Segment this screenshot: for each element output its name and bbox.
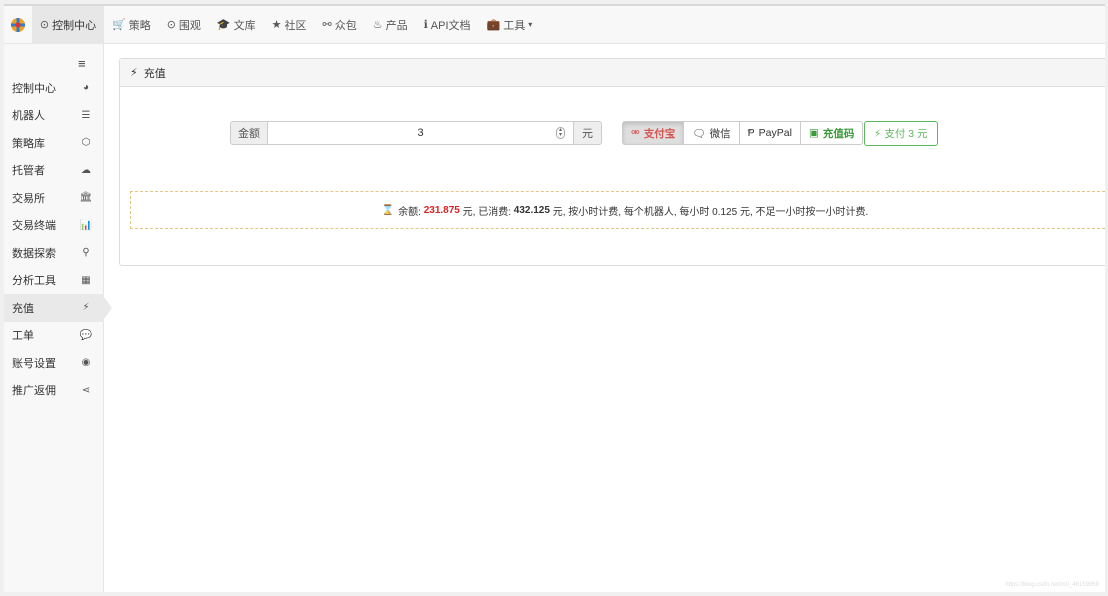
sidebar-item-11[interactable]: 推广返佣 ⋖ bbox=[4, 377, 104, 405]
sidebar-item-label: 机器人 bbox=[12, 110, 45, 123]
dashboard-icon: ◕ bbox=[82, 82, 90, 94]
balance-info: ⌛ 余额: 231.875 元, 已消费: 432.125 元, 按小时计费, … bbox=[130, 191, 1105, 229]
amount-value: 3 bbox=[417, 127, 424, 139]
spinner-icon[interactable]: ▴ ▾ bbox=[556, 127, 565, 139]
binoculars-icon: ⚯ bbox=[322, 19, 332, 31]
recharge-panel: ⚡ 充值 金额 3 ▴ ▾ 元 ⚮ 支付宝 🗨 微信 Ᵽ PayPal ▣ 充值码 ⚡ 支付 3… bbox=[119, 58, 1105, 266]
nav-item-4[interactable]: ⚯ 众包 bbox=[315, 6, 365, 44]
sidebar-item-label: 工单 bbox=[12, 330, 34, 343]
sidebar-item-label: 数据探索 bbox=[12, 247, 56, 260]
eye-circle-icon: ⊙ bbox=[166, 19, 176, 31]
top-navbar: ⊙ 控制中心 🛒 策略 ⊙ 围观 🎓 文库 ★ 社区 ⚯ 众包 ♨ 产品 ℹ API文档 💼 工具 ▾ bbox=[4, 6, 1105, 44]
balance-value: 231.875 bbox=[423, 204, 460, 216]
nav-item-1[interactable]: ⊙ 围观 bbox=[159, 6, 209, 44]
nav-item-6[interactable]: ℹ API文档 bbox=[416, 6, 479, 44]
fire-icon: ♨ bbox=[372, 19, 383, 31]
sidebar-item-10[interactable]: 账号设置 ◉ bbox=[4, 349, 104, 377]
nav-item-7[interactable]: 💼 工具 ▾ bbox=[479, 6, 541, 44]
shopping-cart-icon: 🛒 bbox=[112, 19, 126, 31]
cube-icon: ⬡ bbox=[81, 137, 91, 149]
logo-icon bbox=[11, 17, 25, 32]
sidebar-item-label: 交易终端 bbox=[12, 220, 56, 233]
sidebar-item-9[interactable]: 工单 💬 bbox=[4, 322, 104, 350]
user-circle-icon: ◉ bbox=[81, 357, 91, 369]
nav-item-3[interactable]: ★ 社区 bbox=[264, 6, 315, 44]
nav-item-2[interactable]: 🎓 文库 bbox=[209, 6, 264, 44]
nav-item-0[interactable]: 🛒 策略 bbox=[104, 6, 159, 44]
sidebar-item-0[interactable]: 控制中心 ◕ bbox=[4, 74, 104, 102]
bolt-icon: ⚡ bbox=[874, 127, 882, 140]
search-icon: ⚲ bbox=[82, 247, 90, 259]
menu-toggle-icon[interactable]: ≡ bbox=[78, 56, 86, 71]
payment-method-group: ⚮ 支付宝 🗨 微信 Ᵽ PayPal ▣ 充值码 bbox=[622, 121, 864, 145]
sidebar-item-6[interactable]: 数据探索 ⚲ bbox=[4, 239, 104, 267]
sidebar-item-3[interactable]: 托管者 ☁ bbox=[4, 157, 104, 185]
watermark: https://blog.csdn.net/m0_46159959 bbox=[1005, 582, 1099, 588]
hourglass-icon: ⌛ bbox=[381, 204, 395, 216]
caret-down-icon: ▾ bbox=[528, 20, 533, 29]
unit-label: 元 bbox=[574, 121, 602, 145]
star-icon: ★ bbox=[271, 19, 282, 31]
pay-method-2-button[interactable]: Ᵽ PayPal bbox=[738, 121, 801, 145]
panel-title: 充值 bbox=[143, 67, 166, 80]
nav-items: 🛒 策略 ⊙ 围观 🎓 文库 ★ 社区 ⚯ 众包 ♨ 产品 ℹ API文档 💼 工具 ▾ bbox=[104, 6, 540, 44]
money-icon: ▣ bbox=[808, 127, 819, 139]
sidebar-item-5[interactable]: 交易终端 📊 bbox=[4, 212, 104, 240]
server-icon: ☰ bbox=[81, 109, 91, 121]
calculator-icon: ▦ bbox=[81, 274, 91, 286]
sidebar-item-label: 账号设置 bbox=[12, 357, 56, 370]
panel-header: ⚡ 充值 bbox=[120, 59, 1105, 87]
bolt-icon: ⚡ bbox=[130, 67, 138, 79]
brand-logo[interactable] bbox=[4, 6, 32, 44]
amount-input-group: 金额 3 ▴ ▾ 元 bbox=[230, 121, 602, 145]
info-circle-icon: ℹ bbox=[423, 19, 428, 31]
pay-submit-button[interactable]: ⚡ 支付 3 元 bbox=[864, 121, 938, 146]
bar-chart-icon: 📊 bbox=[79, 219, 93, 231]
bank-icon: 🏛 bbox=[79, 192, 93, 204]
sidebar-item-2[interactable]: 策略库 ⬡ bbox=[4, 129, 104, 157]
sidebar-item-4[interactable]: 交易所 🏛 bbox=[4, 184, 104, 212]
sidebar-item-label: 交易所 bbox=[12, 192, 45, 205]
sidebar-list: 控制中心 ◕ 机器人 ☰ 策略库 ⬡ 托管者 ☁ 交易所 🏛 交易终端 📊 数据探索 ⚲ 分析工具 ▦ 充值 ⚡ 工… bbox=[4, 74, 112, 405]
sidebar-item-label: 分析工具 bbox=[12, 275, 56, 288]
alipay-icon: ⚮ bbox=[631, 127, 640, 139]
plug-icon: ⚡ bbox=[82, 302, 90, 314]
amount-input[interactable]: 3 ▴ ▾ bbox=[268, 121, 574, 145]
sidebar-item-label: 充值 bbox=[12, 302, 34, 315]
amount-label: 金额 bbox=[230, 121, 268, 145]
sidebar-item-7[interactable]: 分析工具 ▦ bbox=[4, 267, 104, 295]
share-icon: ⋖ bbox=[81, 384, 91, 396]
pay-method-3-button[interactable]: ▣ 充值码 bbox=[799, 121, 864, 145]
pay-method-0-button[interactable]: ⚮ 支付宝 bbox=[622, 121, 685, 145]
spent-value: 432.125 bbox=[513, 204, 550, 216]
graduation-cap-icon: 🎓 bbox=[216, 19, 231, 31]
sidebar-item-1[interactable]: 机器人 ☰ bbox=[4, 102, 104, 130]
paypal-icon: Ᵽ bbox=[747, 127, 755, 139]
sidebar-item-label: 推广返佣 bbox=[12, 385, 56, 398]
sidebar-item-label: 托管者 bbox=[12, 165, 45, 178]
sidebar-item-label: 策略库 bbox=[12, 137, 45, 150]
sidebar-item-label: 控制中心 bbox=[12, 82, 56, 95]
cloud-icon: ☁ bbox=[81, 164, 91, 176]
sidebar: ≡ 控制中心 ◕ 机器人 ☰ 策略库 ⬡ 托管者 ☁ 交易所 🏛 交易终端 📊 数据探索 ⚲ 分析工具 ▦ 充值… bbox=[4, 44, 112, 592]
nav-item-5[interactable]: ♨ 产品 bbox=[365, 6, 416, 44]
sidebar-item-8[interactable]: 充值 ⚡ bbox=[4, 294, 112, 322]
wechat-icon: 🗨 bbox=[692, 127, 706, 140]
app-frame: ⊙ 控制中心 🛒 策略 ⊙ 围观 🎓 文库 ★ 社区 ⚯ 众包 ♨ 产品 ℹ API文档 💼 工具 ▾ ≡ 控制… bbox=[4, 4, 1105, 592]
dashboard-circle-icon: ⊙ bbox=[39, 19, 50, 31]
comment-icon: 💬 bbox=[79, 329, 93, 341]
briefcase-icon: 💼 bbox=[486, 19, 501, 31]
nav-control-center[interactable]: ⊙ 控制中心 bbox=[32, 6, 104, 44]
pay-method-1-button[interactable]: 🗨 微信 bbox=[683, 121, 740, 145]
